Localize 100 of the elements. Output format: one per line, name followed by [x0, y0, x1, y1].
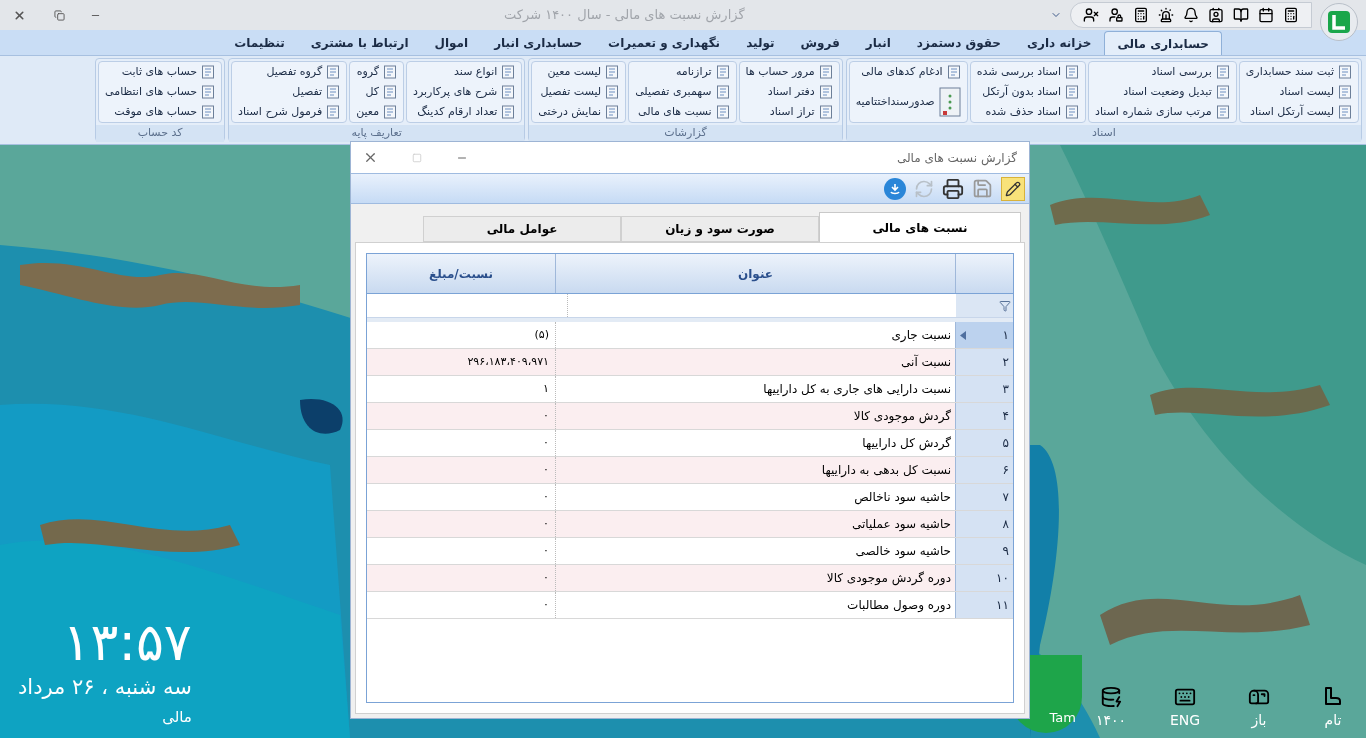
ribbon-button[interactable]: نمایش درختی [534, 102, 624, 122]
ribbon-button[interactable]: ادغام کدهای مالی [857, 62, 965, 82]
calculator-icon[interactable] [1133, 7, 1149, 23]
restore-icon [53, 9, 65, 21]
document-icon [501, 85, 516, 99]
ribbon-tab[interactable]: حقوق دستمزد [903, 31, 1015, 55]
row-number: ۱۱ [996, 597, 1009, 614]
tab[interactable]: نسبت های مالی [819, 212, 1021, 242]
row-header[interactable]: ۸ [955, 511, 1013, 537]
row-number: ۴ [1002, 408, 1009, 425]
calculator-icon[interactable] [1283, 7, 1299, 23]
table-cell-text: ۰ [542, 434, 550, 451]
user-remove-icon[interactable] [1083, 7, 1099, 23]
ribbon-tab[interactable]: تولید [733, 31, 788, 55]
row-header[interactable]: ۴ [955, 403, 1013, 429]
column-header[interactable]: نسبت/مبلغ [367, 254, 555, 293]
calendar-icon[interactable] [1258, 7, 1274, 23]
document-icon [1215, 65, 1230, 79]
row-header[interactable]: ۱۱ [955, 592, 1013, 618]
close-icon[interactable] [363, 150, 378, 165]
print-icon[interactable] [942, 177, 964, 200]
book-icon[interactable] [1233, 7, 1249, 23]
ribbon-tab[interactable]: نگهداری و تعمیرات [595, 31, 734, 55]
ribbon-button[interactable]: شرح های پرکاربرد [409, 82, 520, 102]
row-header[interactable]: ۳ [955, 376, 1013, 402]
ribbon-button[interactable]: اسناد حذف شده [981, 102, 1084, 122]
keyboard-icon [1174, 686, 1196, 708]
boot-icon [1322, 686, 1344, 708]
ribbon-button[interactable]: لیست معین [543, 62, 624, 82]
ribbon-button[interactable]: انواع سند [450, 62, 520, 82]
ribbon-tab[interactable]: اموال [421, 31, 482, 55]
ribbon-button[interactable]: اسناد بدون آرتکل [978, 82, 1084, 102]
table-cell-text: ۱ [542, 380, 550, 397]
group-label: کد حساب [96, 125, 225, 142]
ribbon-button[interactable]: مرور حساب ها [741, 62, 837, 82]
ribbon-button[interactable]: حساب های موقت [110, 102, 220, 122]
ribbon-button[interactable]: ثبت سند حسابداری [1241, 62, 1356, 82]
siren-icon[interactable] [1158, 7, 1174, 23]
ribbon-button[interactable]: لیست اسناد [1275, 82, 1356, 102]
ribbon-button[interactable]: اسناد بررسی شده [972, 62, 1084, 82]
table-cell: حاشیه سود عملیاتی [555, 511, 955, 537]
ribbon-button[interactable]: سهمبری تفصیلی [631, 82, 734, 102]
row-header[interactable]: ۹ [955, 538, 1013, 564]
bell-icon[interactable] [1183, 7, 1199, 23]
download-icon[interactable] [884, 177, 906, 200]
contact-card-icon[interactable] [1208, 7, 1224, 23]
row-header[interactable]: ۱ [955, 322, 1013, 348]
ribbon-button[interactable]: معین [352, 102, 402, 122]
ribbon-button[interactable]: گروه تفصیل [262, 62, 345, 82]
table-cell-text: ۰ [542, 569, 550, 586]
ribbon-tab[interactable]: حسابداری مالی [1104, 31, 1222, 55]
table-cell-text: ۰ [542, 515, 550, 532]
row-header[interactable]: ۲ [955, 349, 1013, 375]
ribbon-button[interactable]: دفتر اسناد [763, 82, 837, 102]
ribbon-button[interactable]: تبدیل وضعیت اسناد [1119, 82, 1234, 102]
ribbon-button[interactable]: مرتب سازی شماره اسناد [1091, 102, 1234, 122]
app-logo[interactable] [1320, 3, 1358, 41]
ribbon-button[interactable]: حساب های ثابت [117, 62, 220, 82]
tab[interactable]: صورت سود و زیان [621, 216, 819, 242]
ribbon-button[interactable]: تفصیل [288, 82, 345, 102]
filter-icon[interactable] [999, 299, 1011, 312]
ribbon-button[interactable]: بررسی اسناد [1147, 62, 1234, 82]
row-header[interactable]: ۵ [955, 430, 1013, 456]
ribbon-tab[interactable]: فروش [787, 31, 853, 55]
ribbon-button[interactable]: حساب های انتظامی [101, 82, 220, 102]
ribbon-tab[interactable]: ارتباط با مشتری [297, 31, 422, 55]
ribbon-tab[interactable]: خزانه داری [1014, 31, 1105, 55]
ribbon-button[interactable]: نسبت های مالی [634, 102, 734, 122]
row-header[interactable]: ۱۰ [955, 565, 1013, 591]
document-icon [201, 105, 216, 119]
ribbon-button[interactable]: تعداد ارقام کدینگ [413, 102, 520, 122]
ribbon-tab[interactable]: حسابداری انبار [481, 31, 596, 55]
ribbon-button[interactable]: صدورسنداختتامیه [851, 82, 965, 122]
table-cell-text: ۰ [542, 542, 550, 559]
edit-icon[interactable] [1001, 176, 1025, 201]
ribbon-button[interactable]: کل [361, 82, 402, 102]
ribbon-button[interactable]: لیست آرتکل اسناد [1246, 102, 1356, 122]
row-header[interactable]: ۶ [955, 457, 1013, 483]
ribbon-button[interactable]: گروه [352, 62, 402, 82]
ribbon-tab[interactable]: انبار [852, 31, 904, 55]
group-label: تعاریف پایه [229, 125, 525, 142]
table-cell: نسبت جاری [555, 322, 955, 348]
document-icon [818, 85, 833, 99]
table-cell: حاشیه سود خالصی [555, 538, 955, 564]
user-lock-icon[interactable] [1108, 7, 1124, 23]
ribbon-button[interactable]: فرمول شرح اسناد [234, 102, 345, 122]
tab[interactable]: عوامل مالی [423, 216, 621, 242]
ribbon-tab[interactable]: تنظیمات [221, 31, 298, 55]
ribbon-button[interactable]: لیست تفصیل [536, 82, 624, 102]
ribbon-button[interactable]: تراز اسناد [765, 102, 837, 122]
logo-text: Tam [1049, 708, 1076, 727]
table-cell: دوره گردش موجودی کالا [555, 565, 955, 591]
ribbon-button[interactable]: ترازنامه [671, 62, 734, 82]
document-icon [383, 65, 398, 79]
document-icon [605, 105, 620, 119]
logo-icon [1327, 10, 1351, 34]
document-icon [715, 85, 730, 99]
row-header[interactable]: ۷ [955, 484, 1013, 510]
column-header[interactable]: عنوان [555, 254, 955, 293]
document-icon [383, 105, 398, 119]
